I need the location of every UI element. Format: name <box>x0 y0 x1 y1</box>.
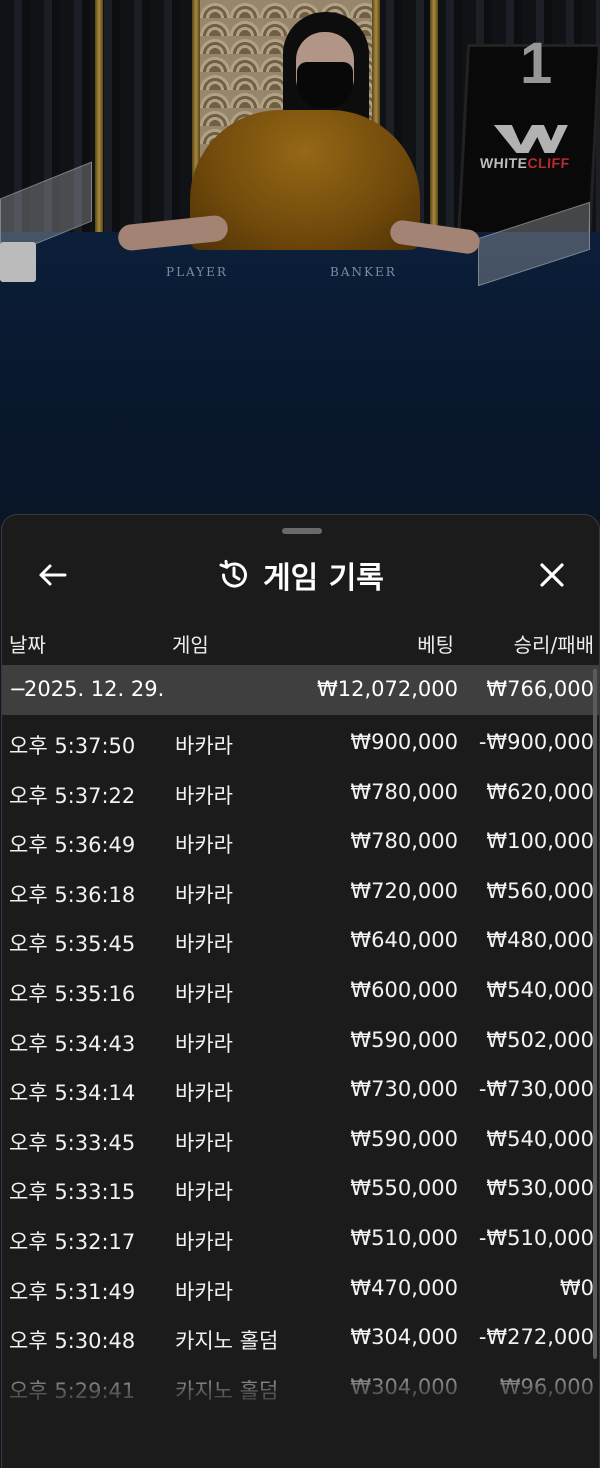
row-time: 오후 5:33:45 <box>9 1130 136 1155</box>
table-row[interactable]: 오후 5:32:17 바카라 ₩510,000 -₩510,000 <box>2 1215 599 1265</box>
game-history-sheet: 게임 기록 날짜 게임 베팅 승리/패배 − 2025. 12. 29. ₩12… <box>1 514 600 1468</box>
row-game: 바카라 <box>175 1229 233 1254</box>
table-row[interactable]: 오후 5:34:14 바카라 ₩730,000 -₩730,000 <box>2 1066 599 1116</box>
row-time: 오후 5:35:45 <box>9 932 136 957</box>
table-row[interactable]: 오후 5:35:16 바카라 ₩600,000 ₩540,000 <box>2 967 599 1017</box>
row-game: 바카라 <box>175 1180 233 1205</box>
row-time: 오후 5:31:49 <box>9 1279 136 1304</box>
row-time: 오후 5:29:41 <box>9 1378 136 1403</box>
row-time: 오후 5:37:22 <box>9 783 136 808</box>
table-row[interactable]: 오후 5:33:45 바카라 ₩590,000 ₩540,000 <box>2 1116 599 1166</box>
table-row[interactable]: 오후 5:29:41 카지노 홀덤 ₩304,000 ₩96,000 <box>2 1364 599 1414</box>
row-win-loss: ₩540,000 <box>486 977 594 1002</box>
column-date: 날짜 <box>9 633 46 657</box>
day-win-total: ₩766,000 <box>486 677 594 701</box>
table-row[interactable]: 오후 5:37:22 바카라 ₩780,000 ₩620,000 <box>2 769 599 819</box>
row-bet: ₩470,000 <box>350 1275 458 1300</box>
row-time: 오후 5:30:48 <box>9 1329 136 1354</box>
close-button[interactable] <box>530 553 574 597</box>
row-time: 오후 5:36:49 <box>9 833 136 858</box>
row-bet: ₩780,000 <box>350 829 458 854</box>
row-win-loss: ₩560,000 <box>486 878 594 903</box>
row-game: 바카라 <box>175 882 233 907</box>
row-game: 바카라 <box>175 783 233 808</box>
row-win-loss: ₩0 <box>559 1275 594 1300</box>
row-game: 카지노 홀덤 <box>175 1329 279 1354</box>
row-time: 오후 5:32:17 <box>9 1229 136 1254</box>
row-win-loss: -₩730,000 <box>478 1077 594 1102</box>
row-bet: ₩730,000 <box>350 1077 458 1102</box>
row-win-loss: ₩530,000 <box>486 1176 594 1201</box>
row-win-loss: ₩502,000 <box>486 1027 594 1052</box>
row-win-loss: -₩510,000 <box>478 1225 594 1250</box>
row-bet: ₩550,000 <box>350 1176 458 1201</box>
row-win-loss: -₩272,000 <box>478 1325 594 1350</box>
row-bet: ₩600,000 <box>350 977 458 1002</box>
row-game: 바카라 <box>175 1279 233 1304</box>
table-row[interactable]: 오후 5:36:49 바카라 ₩780,000 ₩100,000 <box>2 818 599 868</box>
row-win-loss: ₩96,000 <box>499 1374 594 1399</box>
row-game: 바카라 <box>175 833 233 858</box>
row-bet: ₩304,000 <box>350 1325 458 1350</box>
table-row[interactable]: 오후 5:36:18 바카라 ₩720,000 ₩560,000 <box>2 868 599 918</box>
row-win-loss: -₩900,000 <box>478 730 594 754</box>
column-bet: 베팅 <box>417 633 454 657</box>
day-bet-total: ₩12,072,000 <box>316 677 458 701</box>
day-date: 2025. 12. 29. <box>24 677 165 701</box>
page-title: 게임 기록 <box>263 561 384 596</box>
live-video: WHITECLIFF 1 PLAYER BANKER <box>0 0 600 520</box>
row-win-loss: ₩620,000 <box>486 779 594 804</box>
row-bet: ₩304,000 <box>350 1374 458 1399</box>
row-bet: ₩590,000 <box>350 1126 458 1151</box>
table-row[interactable]: 오후 5:34:43 바카라 ₩590,000 ₩502,000 <box>2 1017 599 1067</box>
row-bet: ₩780,000 <box>350 779 458 804</box>
history-list: 오후 5:37:50 바카라 ₩900,000 -₩900,000 오후 5:37:2… <box>2 719 599 1413</box>
row-bet: ₩900,000 <box>350 730 458 754</box>
row-game: 바카라 <box>175 1130 233 1155</box>
table-row[interactable]: 오후 5:35:45 바카라 ₩640,000 ₩480,000 <box>2 917 599 967</box>
table-row[interactable]: 오후 5:31:49 바카라 ₩470,000 ₩0 <box>2 1265 599 1315</box>
history-icon <box>219 559 248 588</box>
row-game: 카지노 홀덤 <box>175 1378 279 1403</box>
row-win-loss: ₩480,000 <box>486 928 594 953</box>
row-time: 오후 5:36:18 <box>9 882 136 907</box>
sheet-title-group: 게임 기록 <box>2 545 599 605</box>
day-summary-row[interactable]: − 2025. 12. 29. ₩12,072,000 ₩766,000 <box>2 665 599 715</box>
table-row[interactable]: 오후 5:37:50 바카라 ₩900,000 -₩900,000 <box>2 719 599 769</box>
drag-handle[interactable] <box>282 528 322 534</box>
row-game: 바카라 <box>175 1081 233 1106</box>
row-game: 바카라 <box>175 734 233 758</box>
close-icon <box>540 563 564 587</box>
row-bet: ₩720,000 <box>350 878 458 903</box>
row-win-loss: ₩100,000 <box>486 829 594 854</box>
row-game: 바카라 <box>175 932 233 957</box>
column-win-loss: 승리/패배 <box>513 633 594 657</box>
scrollbar[interactable] <box>593 669 597 1359</box>
column-game: 게임 <box>172 633 209 657</box>
row-win-loss: ₩540,000 <box>486 1126 594 1151</box>
sheet-header: 게임 기록 <box>2 545 599 615</box>
table-row[interactable]: 오후 5:30:48 카지노 홀덤 ₩304,000 -₩272,000 <box>2 1314 599 1364</box>
table-header: 날짜 게임 베팅 승리/패배 <box>2 621 599 661</box>
row-bet: ₩590,000 <box>350 1027 458 1052</box>
row-game: 바카라 <box>175 981 233 1006</box>
video-shade <box>0 0 600 520</box>
row-time: 오후 5:34:43 <box>9 1031 136 1056</box>
row-bet: ₩640,000 <box>350 928 458 953</box>
table-row[interactable]: 오후 5:33:15 바카라 ₩550,000 ₩530,000 <box>2 1165 599 1215</box>
row-time: 오후 5:37:50 <box>9 734 136 758</box>
row-time: 오후 5:35:16 <box>9 981 136 1006</box>
row-time: 오후 5:33:15 <box>9 1180 136 1205</box>
row-time: 오후 5:34:14 <box>9 1081 136 1106</box>
row-game: 바카라 <box>175 1031 233 1056</box>
row-bet: ₩510,000 <box>350 1225 458 1250</box>
